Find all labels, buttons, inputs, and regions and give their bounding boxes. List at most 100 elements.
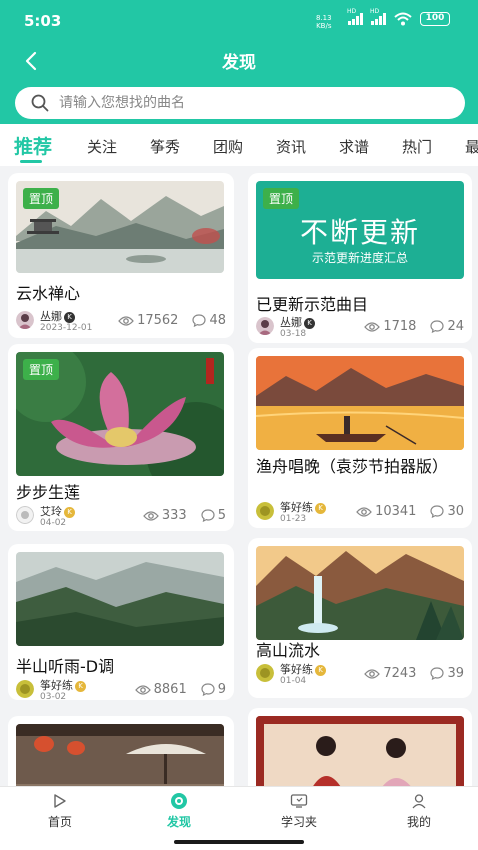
post-thumbnail: 置顶 (16, 352, 224, 476)
comment-icon (201, 683, 215, 696)
nav-home[interactable]: 首页 (20, 791, 100, 830)
play-icon (54, 794, 66, 808)
post-date: 2023-12-01 (40, 323, 93, 333)
folder-icon (290, 794, 308, 808)
tab-request-score[interactable]: 求谱 (339, 136, 369, 157)
post-meta: 丛娜 K 03-18 1718 24 (256, 313, 464, 341)
post-card[interactable]: 渔舟唱晚（袁莎节拍器版） 筝好练 K 01-23 10341 30 (248, 348, 472, 528)
banner-subtitle: 示范更新进度汇总 (311, 251, 408, 265)
author-name: 艾玲 K (40, 503, 75, 519)
tab-recommend[interactable]: 推荐 (14, 132, 52, 159)
post-title: 步步生莲 (16, 483, 81, 502)
battery-icon: 100 (420, 12, 450, 26)
search-bar[interactable] (15, 87, 465, 119)
avatar[interactable] (256, 664, 274, 682)
avatar[interactable] (256, 502, 274, 520)
creator-badge-icon: K (315, 502, 326, 514)
nav-discover[interactable]: 发现 (139, 791, 219, 830)
post-date: 01-23 (280, 514, 307, 524)
status-bar: 5:03 8.13 KB/s HD HD 100 (0, 0, 478, 40)
post-title: 高山流水 (256, 641, 321, 660)
navbar: 发现 (0, 40, 478, 80)
page-title: 发现 (222, 53, 256, 73)
avatar[interactable] (16, 680, 34, 698)
eye-icon (364, 321, 381, 332)
eye-icon (118, 315, 134, 326)
tab-news[interactable]: 资讯 (276, 136, 306, 157)
nav-home-label: 首页 (47, 815, 72, 829)
view-count: 333 (161, 508, 187, 523)
post-thumbnail (256, 356, 464, 450)
post-card[interactable]: 不断更新 示范更新进度汇总 置顶 已更新示范曲目 丛娜 K 03-18 1718 … (248, 173, 472, 343)
post-card[interactable] (248, 708, 472, 786)
signal-icon-2: HD (370, 8, 386, 25)
view-count: 7243 (383, 666, 417, 681)
status-time: 5:03 (24, 12, 62, 30)
post-card[interactable] (8, 716, 234, 786)
creator-badge-icon: K (304, 317, 315, 329)
post-card[interactable]: 置顶 云水禅心 丛娜 K 2023-12-01 17562 48 (8, 173, 234, 338)
tab-follow[interactable]: 关注 (87, 136, 117, 157)
nav-profile-label: 我的 (406, 815, 431, 829)
post-stats: 7243 39 (364, 666, 464, 681)
eye-icon (143, 510, 159, 521)
comment-count: 24 (447, 319, 464, 334)
post-card[interactable]: 置顶 步步生莲 艾玲 K 04-02 333 5 (8, 344, 234, 531)
search-icon (31, 94, 49, 112)
post-card[interactable]: 半山听雨-D调 筝好练 K 03-02 8861 9 (8, 544, 234, 700)
eye-icon (356, 506, 372, 517)
view-count: 1718 (383, 319, 417, 334)
bottom-navigation: 首页 发现 学习夹 我的 (0, 786, 478, 834)
comment-icon (430, 320, 445, 333)
banner-headline: 不断更新 (299, 216, 420, 249)
nav-study-folder-label: 学习夹 (280, 815, 317, 829)
post-meta: 筝好练 K 01-04 7243 39 (256, 660, 464, 688)
creator-badge-icon: K (75, 680, 86, 692)
tab-zheng-show[interactable]: 筝秀 (150, 136, 180, 157)
view-count: 8861 (153, 682, 187, 697)
view-count: 17562 (137, 313, 179, 328)
post-thumbnail (256, 546, 464, 640)
creator-badge-icon: K (315, 664, 326, 676)
network-speed: 8.13 KB/s (316, 14, 332, 30)
post-meta: 筝好练 K 01-23 10341 30 (256, 498, 464, 526)
profile-icon (412, 794, 426, 809)
pinned-badge: 置顶 (263, 188, 300, 209)
author-name: 丛娜 K (40, 308, 75, 324)
tab-group-buy[interactable]: 团购 (213, 136, 243, 157)
view-count: 10341 (375, 504, 417, 519)
post-stats: 17562 48 (118, 313, 226, 328)
post-thumbnail (16, 724, 224, 786)
post-meta: 筝好练 K 03-02 8861 9 (16, 676, 226, 700)
nav-study-folder[interactable]: 学习夹 (259, 791, 339, 830)
author-name: 筝好练 K (280, 499, 326, 515)
post-thumbnail (256, 716, 464, 786)
post-card[interactable]: 高山流水 筝好练 K 01-04 7243 39 (248, 538, 472, 698)
post-thumbnail (16, 552, 224, 646)
avatar[interactable] (16, 506, 34, 524)
post-stats: 10341 30 (356, 504, 464, 519)
author-name: 筝好练 K (280, 661, 326, 677)
comment-count: 48 (209, 313, 226, 328)
post-date: 03-02 (40, 692, 67, 700)
post-date: 01-04 (280, 676, 307, 686)
post-meta: 艾玲 K 04-02 333 5 (16, 502, 226, 530)
avatar[interactable] (256, 317, 274, 335)
post-date: 03-18 (280, 329, 307, 339)
author-name: 筝好练 K (40, 677, 86, 693)
search-input[interactable] (59, 95, 439, 111)
home-indicator (0, 834, 478, 850)
eye-icon (364, 668, 381, 679)
comment-count: 9 (217, 682, 226, 697)
comment-count: 30 (447, 504, 464, 519)
comment-icon (201, 509, 215, 522)
nav-profile[interactable]: 我的 (379, 791, 459, 830)
eye-icon (134, 684, 151, 695)
avatar[interactable] (16, 311, 34, 329)
tab-hot[interactable]: 热门 (402, 136, 432, 157)
app-header: 5:03 8.13 KB/s HD HD 100 发现 (0, 0, 478, 124)
post-title: 云水禅心 (16, 284, 81, 303)
signal-icon: HD (347, 8, 363, 25)
pinned-badge: 置顶 (23, 188, 60, 209)
tab-more[interactable]: 最 (465, 136, 478, 157)
